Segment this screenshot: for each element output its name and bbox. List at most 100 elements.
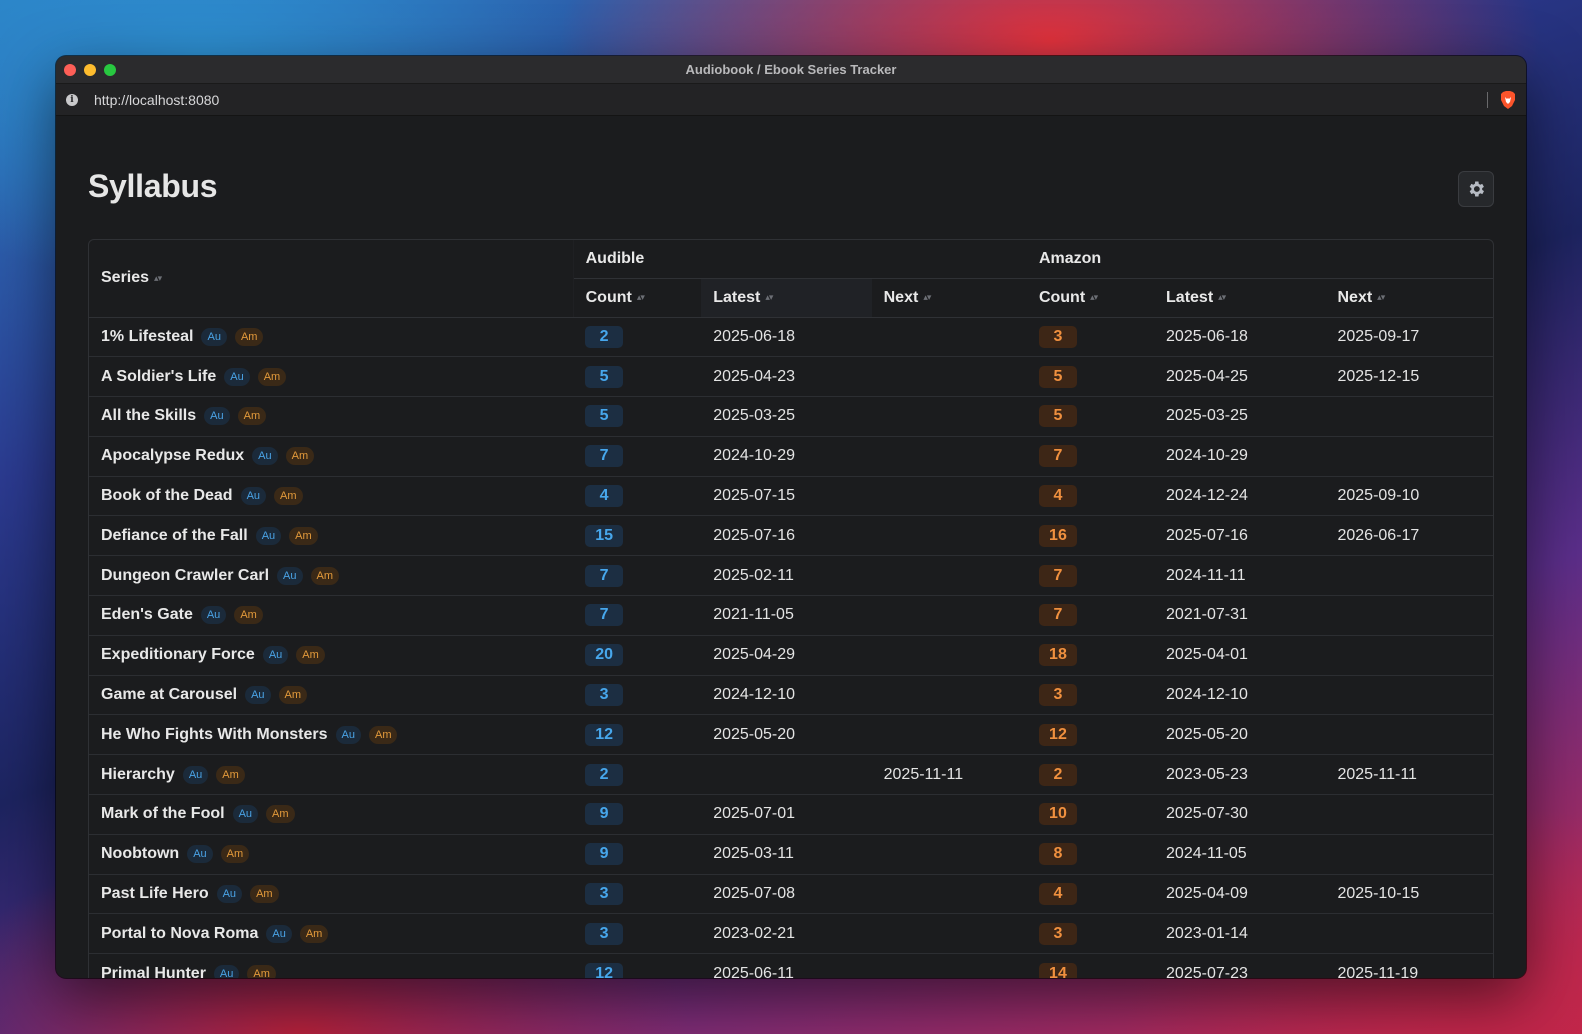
- audible-tag[interactable]: Au: [200, 606, 227, 625]
- amazon-tag[interactable]: Am: [296, 646, 325, 665]
- amazon-tag[interactable]: Am: [310, 566, 339, 585]
- info-icon[interactable]: i: [66, 93, 78, 106]
- audible-count-badge: 7: [585, 564, 624, 587]
- series-name[interactable]: Primal Hunter: [101, 965, 206, 978]
- table-row[interactable]: Hierarchy Au Am 2 2025-11-11 2 2023-05-23 2025-…: [89, 754, 1493, 796]
- amazon-tag[interactable]: Am: [285, 447, 315, 466]
- amazon-tag[interactable]: Am: [289, 526, 318, 545]
- series-name[interactable]: Eden's Gate: [101, 606, 193, 623]
- table-row[interactable]: Eden's Gate Au Am 7 2021-11-05 7 2021-07-31: [89, 595, 1493, 636]
- table-row[interactable]: 1% Lifesteal Au Am 2 2025-06-18 3 2025-06-18 20…: [89, 317, 1493, 358]
- header-label: Count: [585, 288, 632, 306]
- audible-count-badge: 15: [585, 524, 624, 547]
- table-row[interactable]: All the Skills Au Am 5 2025-03-25 5 2025-03-25: [89, 396, 1493, 437]
- amazon-count-cell: 14: [1026, 953, 1155, 978]
- series-name[interactable]: 1% Lifesteal: [101, 328, 193, 345]
- sort-icon: ▴▾: [1218, 291, 1226, 302]
- header-label: Latest: [1166, 288, 1214, 306]
- audible-tag[interactable]: Au: [204, 407, 230, 426]
- amazon-count-cell: 5: [1026, 356, 1155, 398]
- audible-tag[interactable]: Au: [266, 924, 292, 943]
- audible-tag[interactable]: Au: [201, 327, 227, 346]
- sort-icon: ▴▾: [154, 272, 162, 283]
- audible-tag[interactable]: Au: [335, 725, 361, 744]
- audible-next-cell: [871, 436, 1027, 477]
- series-name[interactable]: Mark of the Fool: [101, 805, 225, 822]
- amazon-tag[interactable]: Am: [274, 487, 303, 506]
- table-row[interactable]: A Soldier's Life Au Am 5 2025-04-23 5 2025-04-…: [89, 356, 1493, 398]
- series-name[interactable]: Dungeon Crawler Carl: [101, 567, 269, 584]
- audible-latest-cell: 2025-06-18: [701, 317, 872, 358]
- series-cell: Dungeon Crawler Carl Au Am: [89, 555, 574, 597]
- series-name[interactable]: Apocalypse Redux: [101, 447, 244, 464]
- audible-tag[interactable]: Au: [277, 566, 303, 585]
- amazon-tag[interactable]: Am: [234, 327, 264, 346]
- amazon-latest-header[interactable]: Latest ▴▾: [1154, 278, 1326, 318]
- series-name[interactable]: Hierarchy: [101, 766, 175, 783]
- audible-tag[interactable]: Au: [252, 447, 278, 466]
- audible-tag[interactable]: Au: [216, 885, 243, 904]
- amazon-tag[interactable]: Am: [216, 765, 245, 784]
- table-row[interactable]: Dungeon Crawler Carl Au Am 7 2025-02-11 7 2024…: [89, 555, 1493, 597]
- audible-tag[interactable]: Au: [213, 964, 240, 978]
- series-name[interactable]: All the Skills: [101, 407, 196, 424]
- settings-button[interactable]: [1458, 171, 1494, 207]
- table-row[interactable]: Noobtown Au Am 9 2025-03-11 8 2024-11-05: [89, 834, 1493, 875]
- audible-count-badge: 3: [585, 922, 624, 945]
- header-label: Next: [883, 288, 919, 306]
- audible-latest-header[interactable]: Latest ▴▾: [701, 278, 872, 318]
- amazon-tag[interactable]: Am: [278, 686, 308, 705]
- table-row[interactable]: Apocalypse Redux Au Am 7 2024-10-29 7 2024-10-…: [89, 436, 1493, 477]
- table-row[interactable]: Defiance of the Fall Au Am 15 2025-07-16 16 20…: [89, 515, 1493, 557]
- amazon-tag[interactable]: Am: [257, 367, 287, 386]
- amazon-tag[interactable]: Am: [250, 885, 279, 904]
- amazon-tag[interactable]: Am: [237, 407, 267, 426]
- amazon-tag[interactable]: Am: [220, 845, 250, 864]
- amazon-count-header[interactable]: Count ▴▾: [1026, 278, 1155, 318]
- table-row[interactable]: Game at Carousel Au Am 3 2024-12-10 3 2024-12-…: [89, 675, 1493, 716]
- table-row[interactable]: He Who Fights With Monsters Au Am 12 2025-05…: [89, 714, 1493, 756]
- audible-tag[interactable]: Au: [262, 646, 289, 665]
- table-row[interactable]: Portal to Nova Roma Au Am 3 2023-02-21 3 2023-…: [89, 913, 1493, 955]
- table-row[interactable]: Past Life Hero Au Am 3 2025-07-08 4 2025-04-09…: [89, 874, 1493, 915]
- audible-tag[interactable]: Au: [187, 845, 213, 864]
- series-name[interactable]: Past Life Hero: [101, 885, 209, 902]
- sort-icon: ▴▾: [923, 291, 931, 302]
- audible-tag[interactable]: Au: [182, 765, 209, 784]
- series-name[interactable]: Expeditionary Force: [101, 646, 255, 663]
- audible-next-header[interactable]: Next ▴▾: [871, 278, 1027, 318]
- amazon-latest-cell: 2024-12-10: [1154, 675, 1326, 716]
- series-name[interactable]: Book of the Dead: [101, 487, 233, 504]
- table-row[interactable]: Expeditionary Force Au Am 20 2025-04-29 18 202…: [89, 635, 1493, 676]
- brave-lion-icon[interactable]: [1500, 91, 1516, 109]
- amazon-tag[interactable]: Am: [247, 964, 276, 978]
- series-name[interactable]: Portal to Nova Roma: [101, 925, 258, 942]
- series-name[interactable]: Defiance of the Fall: [101, 527, 248, 544]
- audible-tag[interactable]: Au: [245, 686, 271, 705]
- audible-tag[interactable]: Au: [255, 526, 282, 545]
- audible-tag[interactable]: Au: [224, 367, 250, 386]
- url-text[interactable]: http://localhost:8080: [94, 92, 219, 108]
- series-name[interactable]: He Who Fights With Monsters: [101, 726, 328, 743]
- series-column-header[interactable]: Series ▴▾: [89, 240, 574, 318]
- amazon-tag[interactable]: Am: [266, 805, 295, 824]
- audible-tag[interactable]: Au: [240, 487, 267, 506]
- address-bar[interactable]: i http://localhost:8080: [56, 84, 1526, 116]
- audible-tag[interactable]: Au: [232, 805, 259, 824]
- amazon-tag[interactable]: Am: [299, 924, 329, 943]
- audible-count-cell: 12: [573, 714, 702, 756]
- audible-count-cell: 3: [573, 913, 702, 955]
- amazon-count-cell: 4: [1026, 476, 1155, 517]
- series-name[interactable]: Noobtown: [101, 845, 179, 862]
- series-name[interactable]: Game at Carousel: [101, 686, 237, 703]
- audible-latest-cell: 2025-04-29: [701, 635, 872, 676]
- amazon-next-header[interactable]: Next ▴▾: [1325, 278, 1493, 318]
- series-name[interactable]: A Soldier's Life: [101, 368, 216, 385]
- table-row[interactable]: Primal Hunter Au Am 12 2025-06-11 14 2025-07-2…: [89, 953, 1493, 978]
- amazon-count-cell: 12: [1026, 714, 1155, 756]
- table-row[interactable]: Book of the Dead Au Am 4 2025-07-15 4 2024-12-…: [89, 476, 1493, 517]
- amazon-tag[interactable]: Am: [234, 606, 263, 625]
- audible-count-header[interactable]: Count ▴▾: [573, 278, 702, 318]
- amazon-tag[interactable]: Am: [368, 725, 398, 744]
- table-row[interactable]: Mark of the Fool Au Am 9 2025-07-01 10 2025-07…: [89, 794, 1493, 835]
